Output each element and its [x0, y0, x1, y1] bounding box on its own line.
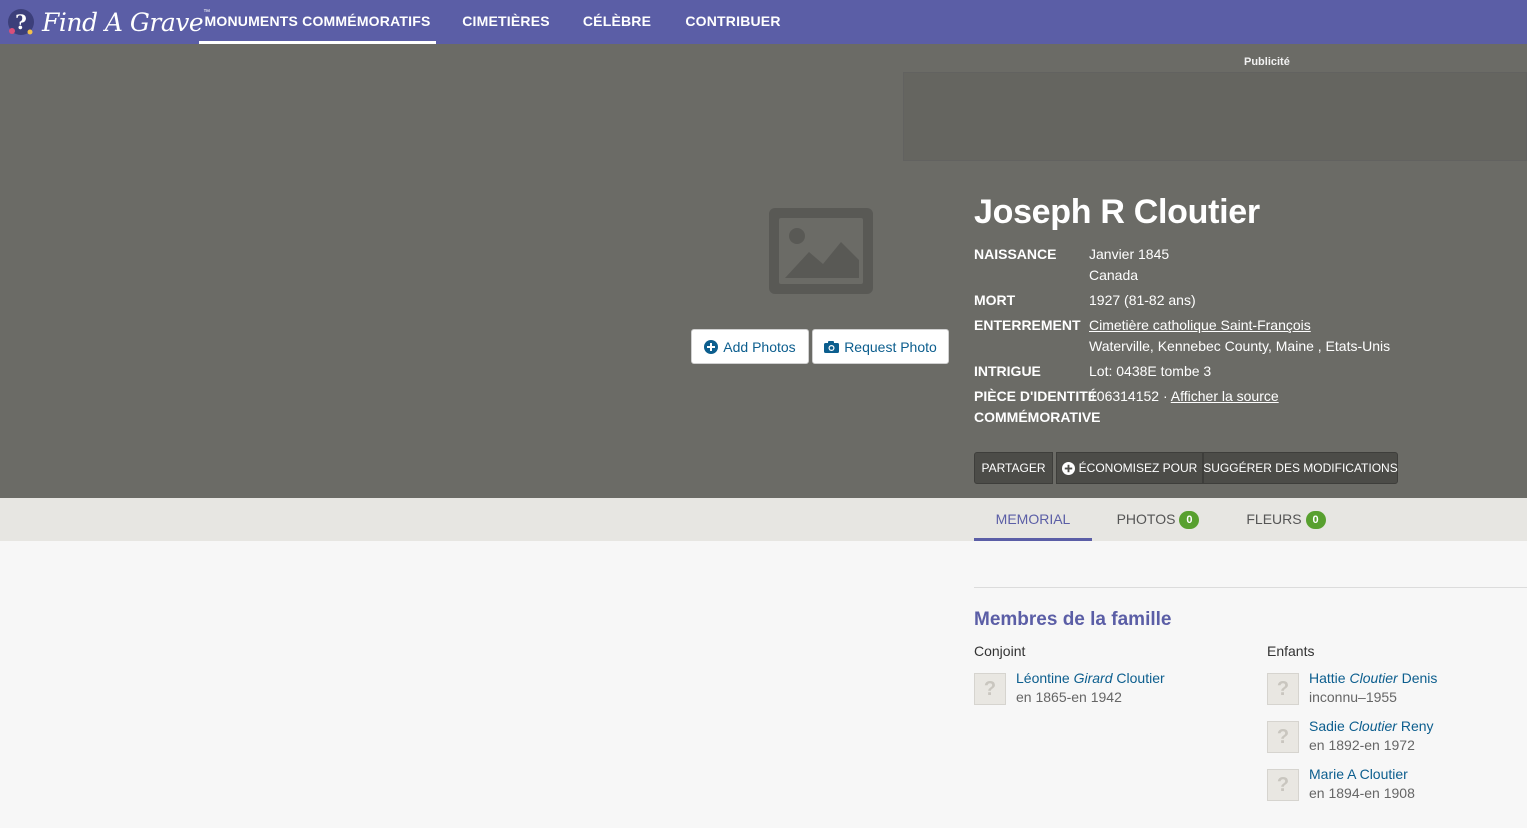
birth-place: Canada [1089, 267, 1139, 283]
nav-contribute[interactable]: CONTRIBUER [678, 0, 788, 44]
family-member-spouse[interactable]: ? Léontine Girard Cloutier en 1865-en 19… [974, 670, 1234, 710]
member-name[interactable]: Sadie Cloutier Reny [1309, 718, 1434, 734]
tab-flowers[interactable]: FLEURS 0 [1236, 498, 1336, 541]
cemetery-link[interactable]: Cimetière catholique Saint-François [1089, 317, 1311, 333]
nav-cemeteries[interactable]: CIMETIÈRES [454, 0, 558, 44]
member-dates: en 1894-en 1908 [1309, 785, 1415, 801]
top-navigation: ? Find A Grave ™ MONUMENTS COMMÉMORATIFS… [0, 0, 1527, 44]
logo-question-icon: ? [8, 9, 34, 35]
children-heading: Enfants [1267, 643, 1315, 659]
add-photos-label: Add Photos [723, 338, 796, 355]
image-placeholder-icon [779, 218, 863, 284]
member-name[interactable]: Marie A Cloutier [1309, 766, 1408, 782]
camera-icon [824, 340, 840, 353]
unknown-person-icon: ? [974, 673, 1006, 705]
nav-famous[interactable]: CÉLÈBRE [576, 0, 658, 44]
tab-photos-label: PHOTOS [1116, 511, 1176, 527]
family-member-child[interactable]: ? Marie A Cloutier en 1894-en 1908 [1267, 766, 1527, 806]
find-a-grave-logo[interactable]: ? Find A Grave ™ [6, 4, 210, 40]
member-dates: en 1865-en 1942 [1016, 689, 1122, 705]
share-button[interactable]: PARTAGER [974, 452, 1053, 484]
memorial-name: Joseph R Cloutier [974, 193, 1260, 231]
tab-memorial[interactable]: MEMORIAL [974, 498, 1092, 541]
member-dates: inconnu–1955 [1309, 689, 1397, 705]
member-name[interactable]: Léontine Girard Cloutier [1016, 670, 1165, 686]
memorial-tabs: MEMORIAL PHOTOS 0 FLEURS 0 [0, 498, 1527, 541]
death-label: MORT [974, 292, 1016, 308]
flowers-count-badge: 0 [1305, 511, 1326, 530]
birth-date: Janvier 1845 [1089, 246, 1170, 262]
tab-photos[interactable]: PHOTOS 0 [1104, 498, 1212, 541]
death-value: 1927 (81-82 ans) [1089, 292, 1196, 308]
save-to-label: ÉCONOMISEZ POUR [1078, 461, 1198, 475]
plus-circle-icon [704, 339, 719, 354]
save-to-button[interactable]: ÉCONOMISEZ POUR [1056, 452, 1203, 484]
plus-circle-icon [1061, 461, 1075, 475]
family-member-child[interactable]: ? Sadie Cloutier Reny en 1892-en 1972 [1267, 718, 1527, 758]
member-dates: en 1892-en 1972 [1309, 737, 1415, 753]
family-member-child[interactable]: ? Hattie Cloutier Denis inconnu–1955 [1267, 670, 1527, 710]
birth-label: NAISSANCE [974, 246, 1057, 262]
ad-label: Publicité [1244, 56, 1290, 68]
logo-text: Find A Grave [42, 7, 204, 37]
nav-memorials[interactable]: MONUMENTS COMMÉMORATIFS [199, 0, 436, 44]
tab-flowers-label: FLEURS [1246, 511, 1302, 527]
burial-location: Waterville, Kennebec County, Maine , Eta… [1089, 338, 1391, 354]
memorial-id-number: 106314152 · [1089, 388, 1168, 404]
unknown-person-icon: ? [1267, 673, 1299, 705]
add-photos-button[interactable]: Add Photos [691, 329, 809, 364]
burial-cemetery: Cimetière catholique Saint-François [1089, 315, 1311, 336]
memorial-id-label-2: COMMÉMORATIVE [974, 409, 1101, 425]
memorial-id-label: PIÈCE D'IDENTITÉ [974, 388, 1098, 404]
burial-label: ENTERREMENT [974, 317, 1081, 333]
svg-text:?: ? [15, 10, 27, 34]
member-name[interactable]: Hattie Cloutier Denis [1309, 670, 1437, 686]
plot-value: Lot: 0438E tombe 3 [1089, 363, 1212, 379]
photos-count-badge: 0 [1179, 511, 1200, 530]
memorial-id-value: 106314152 · Afficher la source [1089, 386, 1279, 407]
view-source-link[interactable]: Afficher la source [1171, 388, 1279, 404]
request-photo-button[interactable]: Request Photo [812, 329, 949, 364]
ad-slot[interactable] [903, 72, 1527, 161]
family-members-heading: Membres de la famille [974, 609, 1172, 630]
spouse-heading: Conjoint [974, 643, 1026, 659]
unknown-person-icon: ? [1267, 721, 1299, 753]
suggest-edits-button[interactable]: SUGGÉRER DES MODIFICATIONS [1203, 452, 1398, 484]
plot-label: INTRIGUE [974, 363, 1041, 379]
section-divider [974, 587, 1527, 588]
photo-placeholder [769, 208, 873, 294]
request-photo-label: Request Photo [844, 338, 937, 355]
unknown-person-icon: ? [1267, 769, 1299, 801]
